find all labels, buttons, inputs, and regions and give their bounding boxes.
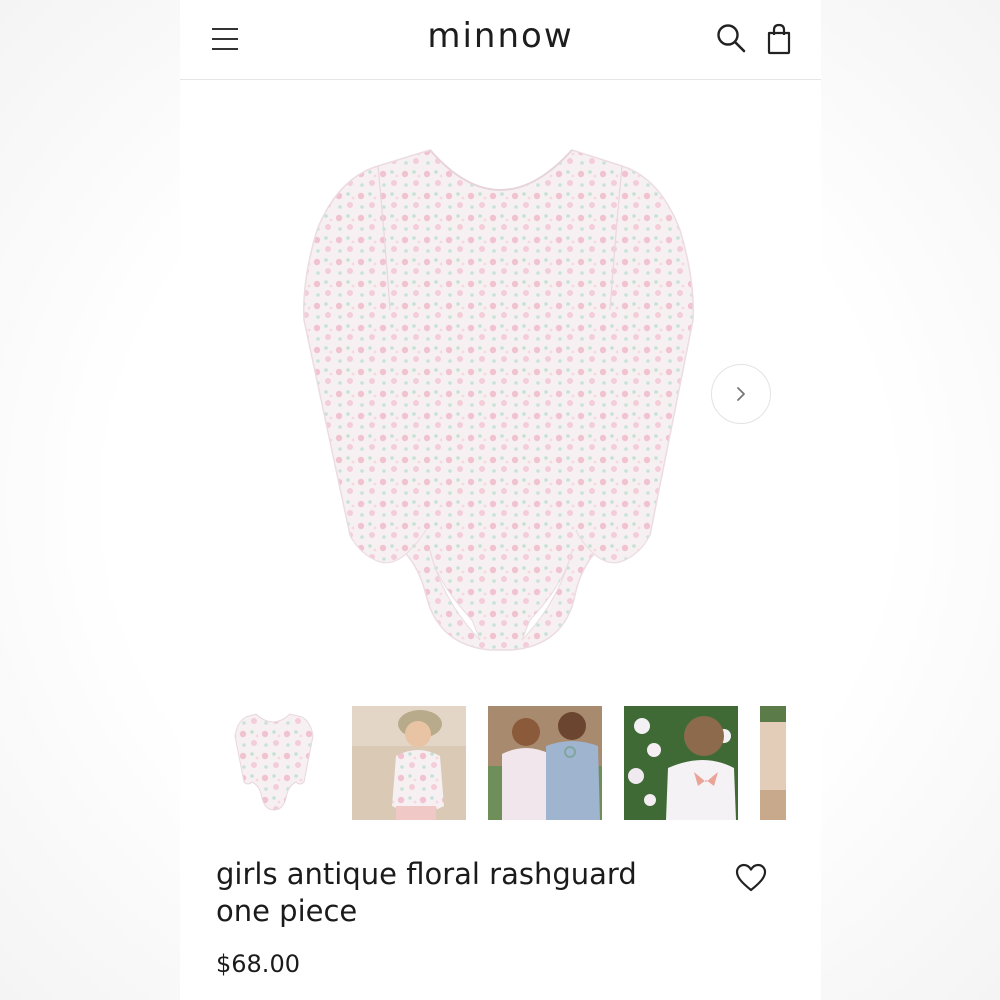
cart-button[interactable] [764,22,794,56]
search-button[interactable] [715,22,749,56]
chevron-right-icon [737,387,745,401]
thumbnail-4[interactable] [624,706,738,820]
thumbnail-partial-photo [760,706,786,820]
thumbnail-5[interactable] [760,706,786,820]
thumbnail-swimsuit-image [216,706,330,820]
thumbnail-2[interactable] [352,706,466,820]
thumbnail-flowers-photo [624,706,738,820]
product-main-image[interactable] [180,80,821,690]
search-icon [717,24,746,53]
heart-icon [735,863,767,892]
thumbnail-strip [180,706,821,822]
site-header: minnow [180,0,821,80]
thumbnail-two-girls-photo [488,706,602,820]
wishlist-button[interactable] [734,862,768,894]
thumbnail-beach-photo [352,706,466,820]
shopping-bag-icon [767,23,791,55]
next-image-button[interactable] [711,364,771,424]
product-page: minnow girls antique floral rashguard on… [180,0,821,1000]
thumbnail-3[interactable] [488,706,602,820]
product-title: girls antique floral rashguard one piece [216,857,637,928]
thumbnail-1[interactable] [216,706,330,820]
product-price: $68.00 [216,950,300,978]
